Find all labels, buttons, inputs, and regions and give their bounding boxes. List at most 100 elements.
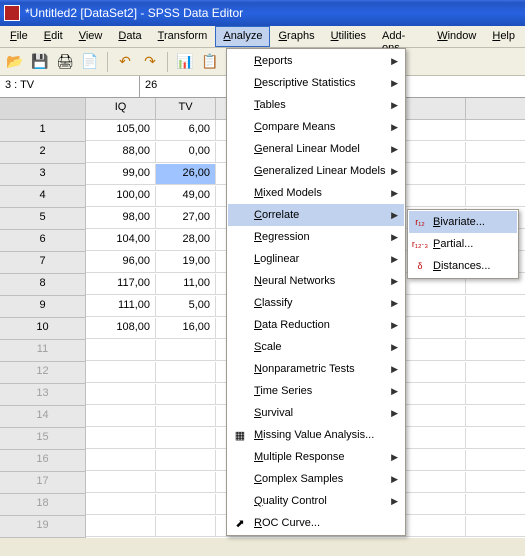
cell-empty[interactable] <box>406 362 466 383</box>
cell-empty[interactable] <box>466 472 525 493</box>
menu-item-survival[interactable]: Survival▶ <box>228 402 404 424</box>
cell-iq[interactable]: 108,00 <box>86 318 156 339</box>
variables-icon[interactable]: 📋 <box>199 51 221 73</box>
cell-iq[interactable]: 105,00 <box>86 120 156 141</box>
cell-iq[interactable]: 117,00 <box>86 274 156 295</box>
cell-empty[interactable] <box>406 186 466 207</box>
menu-help[interactable]: Help <box>484 26 523 47</box>
cell-empty[interactable] <box>406 120 466 141</box>
menu-item-descriptive-statistics[interactable]: Descriptive Statistics▶ <box>228 72 404 94</box>
cell-empty[interactable] <box>86 516 156 537</box>
cell-tv[interactable]: 0,00 <box>156 142 216 163</box>
menu-item-complex-samples[interactable]: Complex Samples▶ <box>228 468 404 490</box>
cell-tv[interactable]: 5,00 <box>156 296 216 317</box>
cell-empty[interactable] <box>466 186 525 207</box>
cell-empty[interactable] <box>156 384 216 405</box>
cell-empty[interactable] <box>466 516 525 537</box>
cell-empty[interactable] <box>406 142 466 163</box>
menu-item-nonparametric-tests[interactable]: Nonparametric Tests▶ <box>228 358 404 380</box>
cell-empty[interactable] <box>406 494 466 515</box>
menu-item-compare-means[interactable]: Compare Means▶ <box>228 116 404 138</box>
row-header[interactable]: 16 <box>0 450 86 472</box>
cell-empty[interactable] <box>466 340 525 361</box>
menu-item-general-linear-model[interactable]: General Linear Model▶ <box>228 138 404 160</box>
cell-empty[interactable] <box>466 494 525 515</box>
cell-empty[interactable] <box>466 384 525 405</box>
cell-empty[interactable] <box>466 318 525 339</box>
col-header-iq[interactable]: IQ <box>86 98 156 120</box>
cell-empty[interactable] <box>156 494 216 515</box>
menu-item-mixed-models[interactable]: Mixed Models▶ <box>228 182 404 204</box>
menu-item-reports[interactable]: Reports▶ <box>228 50 404 72</box>
row-header[interactable]: 6 <box>0 230 86 252</box>
row-header[interactable]: 1 <box>0 120 86 142</box>
menu-file[interactable]: File <box>2 26 36 47</box>
menu-item-multiple-response[interactable]: Multiple Response▶ <box>228 446 404 468</box>
menu-utilities[interactable]: Utilities <box>323 26 374 47</box>
cell-empty[interactable] <box>406 450 466 471</box>
menu-item-data-reduction[interactable]: Data Reduction▶ <box>228 314 404 336</box>
row-header[interactable]: 10 <box>0 318 86 340</box>
menu-transform[interactable]: Transform <box>150 26 216 47</box>
menu-item-time-series[interactable]: Time Series▶ <box>228 380 404 402</box>
cell-empty[interactable] <box>156 450 216 471</box>
cell-iq[interactable]: 96,00 <box>86 252 156 273</box>
cell-tv[interactable]: 6,00 <box>156 120 216 141</box>
cell-empty[interactable] <box>406 318 466 339</box>
cell-tv[interactable]: 19,00 <box>156 252 216 273</box>
col-header-tv[interactable]: TV <box>156 98 216 120</box>
row-header[interactable]: 12 <box>0 362 86 384</box>
cell-tv[interactable]: 11,00 <box>156 274 216 295</box>
save-icon[interactable]: 💾 <box>29 51 51 73</box>
menu-item-correlate[interactable]: Correlate▶ <box>228 204 404 226</box>
cell-empty[interactable] <box>86 362 156 383</box>
cell-empty[interactable] <box>466 362 525 383</box>
menu-item-tables[interactable]: Tables▶ <box>228 94 404 116</box>
row-header[interactable]: 15 <box>0 428 86 450</box>
open-icon[interactable]: 📂 <box>4 51 26 73</box>
menu-addons[interactable]: Add-ons <box>374 26 429 47</box>
cell-empty[interactable] <box>86 384 156 405</box>
submenu-item-distances-[interactable]: δDistances... <box>409 255 517 277</box>
cell-empty[interactable] <box>156 340 216 361</box>
cell-tv[interactable]: 49,00 <box>156 186 216 207</box>
cell-tv[interactable]: 26,00 <box>156 164 216 185</box>
redo-icon[interactable]: ↷ <box>139 51 161 73</box>
menu-view[interactable]: View <box>71 26 111 47</box>
menu-analyze[interactable]: Analyze <box>215 26 270 47</box>
menu-edit[interactable]: Edit <box>36 26 71 47</box>
row-header[interactable]: 13 <box>0 384 86 406</box>
cell-empty[interactable] <box>406 384 466 405</box>
cell-empty[interactable] <box>466 428 525 449</box>
cell-empty[interactable] <box>86 340 156 361</box>
menu-window[interactable]: Window <box>429 26 484 47</box>
export-icon[interactable]: 📄 <box>79 51 101 73</box>
row-header[interactable]: 9 <box>0 296 86 318</box>
cell-empty[interactable] <box>406 340 466 361</box>
cell-empty[interactable] <box>406 296 466 317</box>
menu-item-roc-curve-[interactable]: ⬈ROC Curve... <box>228 512 404 534</box>
menu-item-quality-control[interactable]: Quality Control▶ <box>228 490 404 512</box>
undo-icon[interactable]: ↶ <box>114 51 136 73</box>
cell-empty[interactable] <box>406 406 466 427</box>
cell-empty[interactable] <box>156 362 216 383</box>
print-icon[interactable]: 🖨 <box>54 51 76 73</box>
cell-tv[interactable]: 27,00 <box>156 208 216 229</box>
cell-empty[interactable] <box>156 428 216 449</box>
row-header[interactable]: 7 <box>0 252 86 274</box>
submenu-item-partial-[interactable]: r₁₂·₃Partial... <box>409 233 517 255</box>
menu-data[interactable]: Data <box>110 26 149 47</box>
cell-empty[interactable] <box>466 142 525 163</box>
cell-empty[interactable] <box>86 472 156 493</box>
row-header[interactable]: 3 <box>0 164 86 186</box>
cell-iq[interactable]: 99,00 <box>86 164 156 185</box>
cell-empty[interactable] <box>86 450 156 471</box>
menu-item-scale[interactable]: Scale▶ <box>228 336 404 358</box>
cell-empty[interactable] <box>406 472 466 493</box>
cell-reference[interactable]: 3 : TV <box>0 76 140 97</box>
cell-empty[interactable] <box>86 494 156 515</box>
cell-tv[interactable]: 16,00 <box>156 318 216 339</box>
row-header[interactable]: 14 <box>0 406 86 428</box>
cell-iq[interactable]: 111,00 <box>86 296 156 317</box>
cell-empty[interactable] <box>466 120 525 141</box>
